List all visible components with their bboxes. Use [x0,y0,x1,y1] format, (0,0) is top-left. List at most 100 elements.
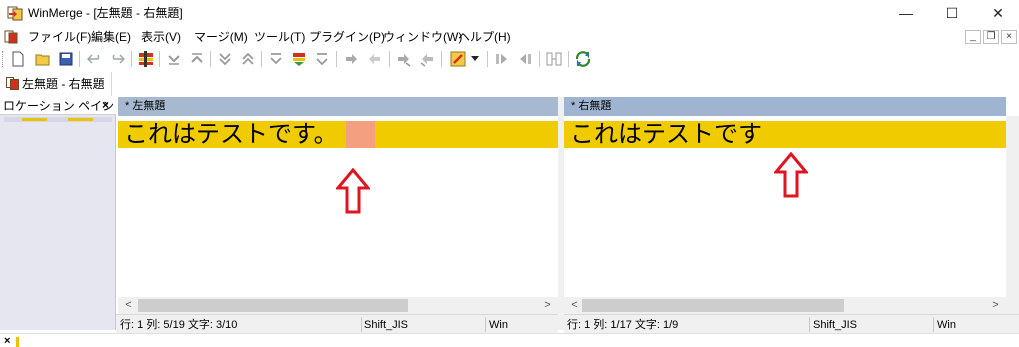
mdi-minimize-button[interactable]: _ [965,30,981,44]
menu-file[interactable]: ファイル(F) [28,29,91,45]
right-status-eol: Win [937,319,956,331]
copy-left-advance-icon[interactable] [418,50,436,68]
left-line-text: これはテストです。 [124,120,338,148]
options-icon[interactable] [137,50,155,68]
new-icon[interactable] [9,50,27,68]
right-scroll-thumb[interactable] [582,299,844,312]
toolbar-separator [79,51,80,67]
dropdown-icon[interactable] [469,50,481,68]
left-pane-title: * 左無題 [125,100,166,112]
current-diff-icon[interactable] [267,50,285,68]
document-tab[interactable]: 左無題 - 右無題 [0,72,112,96]
left-scroll-left-button[interactable]: < [120,297,137,314]
toolbar-separator [131,51,132,67]
right-scroll-right-button[interactable]: > [987,297,1004,314]
menu-plugins[interactable]: プラグイン(P) [309,29,385,45]
document-tab-label: 左無題 - 右無題 [22,77,105,91]
left-diff-line[interactable]: これはテストです。 [118,121,558,148]
right-diff-pane[interactable]: * 右無題 これはテストです < > [564,97,1006,314]
left-pane-header: * 左無題 [118,97,558,116]
menu-merge[interactable]: マージ(M) [194,29,248,45]
toolbar-separator [261,51,262,67]
toolbar-separator [159,51,160,67]
location-pane-title: ロケーション ペイン [3,99,115,113]
undo-icon[interactable] [86,50,104,68]
prev-conflict-icon[interactable] [313,50,331,68]
right-pane-header: * 右無題 [564,97,1006,116]
prev-diff-icon[interactable] [188,50,206,68]
mdi-close-button[interactable]: × [1001,30,1017,44]
status-separator [809,317,810,332]
right-diff-line[interactable]: これはテストです [564,121,1006,148]
document-tab-icon [6,77,19,90]
left-word-diff-highlight [346,121,375,148]
window-title: WinMerge - [左無題 - 右無題] [28,6,183,20]
red-up-arrow-annotation [774,152,808,198]
right-pane-status-bar: 行: 1 列: 1/17 文字: 1/9 Shift_JIS Win [564,314,1019,333]
close-button[interactable]: ✕ [975,0,1019,26]
mdi-restore-button[interactable]: ❐ [983,30,999,44]
left-diff-pane[interactable]: * 左無題 これはテストです。 < > [118,97,558,314]
left-pane-status-bar: 行: 1 列: 5/19 文字: 3/10 Shift_JIS Win [116,314,558,333]
right-pane-title: * 右無題 [571,100,612,112]
menu-view[interactable]: 表示(V) [141,29,181,45]
first-diff-icon[interactable] [216,50,234,68]
menu-help[interactable]: ヘルプ(H) [458,29,511,45]
copy-right-advance-icon[interactable] [395,50,413,68]
toolbar-separator [539,51,540,67]
redo-icon[interactable] [108,50,126,68]
right-line-text: これはテストです [570,120,762,148]
right-horizontal-scrollbar[interactable]: < > [564,297,1006,314]
menu-edit[interactable]: 編集(E) [91,29,131,45]
toolbar-grip[interactable] [2,51,5,67]
toolbar-separator [487,51,488,67]
compare-icon[interactable] [545,50,563,68]
bottom-pane-close-button[interactable]: × [4,335,10,347]
last-diff-icon[interactable] [239,50,257,68]
location-diff-marker-right [68,118,93,121]
maximize-button[interactable]: ☐ [929,0,975,26]
copy-left-icon[interactable] [366,50,384,68]
winmerge-app-icon [7,6,23,21]
left-scroll-thumb[interactable] [138,299,408,312]
right-status-encoding: Shift_JIS [813,319,858,331]
menu-window[interactable]: ウィンドウ(W) [383,29,462,45]
refresh-icon[interactable] [574,50,592,68]
toolbar [0,48,1019,70]
next-conflict-icon[interactable] [290,50,308,68]
left-status-position: 行: 1 列: 5/19 文字: 3/10 [120,319,238,331]
prev-file-icon[interactable] [516,50,534,68]
location-pane-header: ロケーション ペイン × [0,97,116,115]
left-line-extra-char: 。 [313,120,338,148]
title-bar: WinMerge - [左無題 - 右無題] — ☐ ✕ [0,0,1019,26]
left-scroll-right-button[interactable]: > [539,297,556,314]
toolbar-separator [336,51,337,67]
location-pane[interactable]: ロケーション ペイン × [0,97,116,330]
right-status-position: 行: 1 列: 1/17 文字: 1/9 [567,319,679,331]
toolbar-separator [568,51,569,67]
location-pane-close-button[interactable]: × [102,98,109,112]
status-separator [933,317,934,332]
location-diff-marker-left [22,118,47,121]
toolbar-separator [389,51,390,67]
auto-merge-icon[interactable] [449,50,467,68]
document-menu-icon[interactable] [4,30,18,44]
copy-right-icon[interactable] [342,50,360,68]
menu-bar: ファイル(F) 編集(E) 表示(V) マージ(M) ツール(T) プラグイン(… [0,27,1019,47]
location-pane-map[interactable] [4,117,112,122]
right-scroll-left-button[interactable]: < [566,297,583,314]
document-tab-bar: 左無題 - 右無題 [0,72,1019,96]
status-separator [361,317,362,332]
status-separator [485,317,486,332]
menu-tools[interactable]: ツール(T) [254,29,305,45]
save-icon[interactable] [57,50,75,68]
left-horizontal-scrollbar[interactable]: < > [118,297,558,314]
minimize-button[interactable]: — [883,0,929,26]
red-up-arrow-annotation [336,168,370,214]
bottom-diff-marker [16,337,19,347]
toolbar-separator [441,51,442,67]
open-icon[interactable] [34,50,52,68]
next-diff-icon[interactable] [165,50,183,68]
next-file-icon[interactable] [493,50,511,68]
vertical-scrollbar[interactable] [1006,116,1019,314]
